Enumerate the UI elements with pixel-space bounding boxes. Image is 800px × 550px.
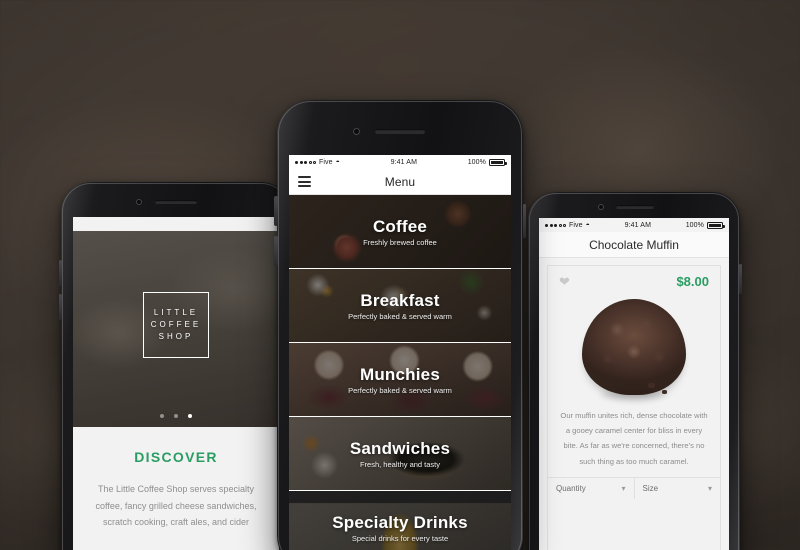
category-item-sandwiches[interactable]: Sandwiches Fresh, healthy and tasty — [289, 417, 511, 491]
product-card: ❤ $8.00 Our muffin unites rich, dense ch… — [547, 265, 721, 550]
category-subtitle: Special drinks for every taste — [351, 533, 449, 543]
page-title: Chocolate Muffin — [589, 237, 679, 252]
carrier-label: Five — [103, 220, 117, 228]
discover-section: DISCOVER The Little Coffee Shop serves s… — [73, 427, 279, 550]
heart-icon[interactable]: ❤ — [559, 275, 570, 288]
category-subtitle: Perfectly baked & served warm — [348, 385, 452, 395]
status-left: Five ◓ — [79, 221, 124, 228]
phone-left-onboarding: Five ◓ 9:41 AM 100% LITTLE COFFEE SHOP D… — [59, 182, 291, 550]
category-item-munchies[interactable]: Munchies Perfectly baked & served warm — [289, 343, 511, 417]
category-list: Coffee Freshly brewed coffee Breakfast P… — [289, 195, 511, 550]
hero-carousel[interactable]: LITTLE COFFEE SHOP — [73, 231, 279, 427]
volume-up-button[interactable] — [59, 260, 62, 286]
category-title: Specialty Drinks — [332, 512, 468, 532]
phone-right-product: Five ◓ 9:41 AM 100% Chocolate Muffin ❤ $… — [528, 192, 742, 550]
crumb-1 — [647, 383, 655, 389]
menu-navbar: Menu — [289, 169, 511, 195]
status-bar: Five ◓ 9:41 AM 100% — [289, 155, 511, 169]
crumb-2 — [661, 390, 667, 395]
chevron-down-icon: ▾ — [621, 483, 626, 493]
logo-line-1: LITTLE — [153, 308, 199, 318]
battery-percent-label: 100% — [685, 221, 704, 229]
battery-percent-label: 100% — [467, 158, 486, 166]
product-controls: Quantity ▾ Size ▾ — [548, 476, 720, 499]
logo-line-3: SHOP — [158, 332, 194, 342]
signal-dots-icon — [79, 222, 100, 226]
right-screen: Five ◓ 9:41 AM 100% Chocolate Muffin ❤ $… — [539, 218, 729, 550]
product-card-header: ❤ $8.00 — [548, 266, 720, 289]
status-bar: Five ◓ 9:41 AM 100% — [73, 217, 279, 231]
hamburger-icon[interactable] — [298, 176, 311, 187]
battery-percent-label: 100% — [235, 220, 254, 228]
category-subtitle: Perfectly baked & served warm — [348, 311, 452, 321]
product-description: Our muffin unites rich, dense chocolate … — [560, 411, 708, 466]
left-screen: Five ◓ 9:41 AM 100% LITTLE COFFEE SHOP D… — [73, 217, 279, 550]
category-item-coffee[interactable]: Coffee Freshly brewed coffee — [289, 195, 511, 269]
quantity-select[interactable]: Quantity ▾ — [548, 477, 634, 499]
front-camera-icon — [598, 204, 604, 210]
earpiece-speaker — [616, 205, 654, 209]
volume-down-button[interactable] — [59, 294, 62, 320]
front-camera-icon — [353, 128, 360, 135]
category-subtitle: Fresh, healthy and tasty — [359, 459, 441, 469]
status-right: 100% — [467, 158, 507, 166]
discover-heading: DISCOVER — [134, 449, 218, 465]
wifi-icon: ◓ — [585, 221, 590, 229]
category-title: Munchies — [359, 364, 440, 384]
category-item-breakfast[interactable]: Breakfast Perfectly baked & served warm — [289, 269, 511, 343]
quantity-label: Quantity — [556, 483, 586, 493]
volume-up-button[interactable] — [274, 196, 278, 226]
carousel-dot-3-active[interactable] — [188, 414, 192, 418]
power-button[interactable] — [739, 264, 742, 294]
clock-label: 9:41 AM — [166, 220, 194, 228]
carrier-label: Five — [569, 221, 583, 229]
status-left: Five ◓ — [295, 159, 340, 166]
chevron-down-icon: ▾ — [707, 483, 712, 493]
brand-logo: LITTLE COFFEE SHOP — [143, 292, 209, 359]
earpiece-speaker — [155, 200, 197, 204]
logo-line-2: COFFEE — [150, 320, 202, 330]
status-bar: Five ◓ 9:41 AM 100% — [539, 218, 729, 232]
price-label: $8.00 — [676, 274, 709, 289]
clock-label: 9:41 AM — [390, 158, 418, 166]
status-right: 100% — [685, 221, 725, 229]
volume-down-button[interactable] — [274, 236, 278, 266]
status-left: Five ◓ — [545, 222, 590, 229]
center-screen: Five ◓ 9:41 AM 100% Menu Coffee Freshly … — [289, 155, 511, 550]
category-subtitle: Freshly brewed coffee — [363, 237, 437, 247]
wifi-icon: ◓ — [335, 158, 340, 166]
page-title: Menu — [384, 174, 416, 189]
carrier-label: Five — [319, 158, 333, 166]
chocolate-muffin-photo — [582, 298, 686, 395]
earpiece-speaker — [375, 129, 425, 134]
carousel-dots[interactable] — [73, 414, 279, 418]
category-item-specialty-drinks[interactable]: Specialty Drinks Special drinks for ever… — [289, 491, 511, 550]
battery-icon — [707, 221, 725, 229]
battery-icon — [257, 220, 275, 228]
carousel-dot-2[interactable] — [174, 414, 178, 418]
carousel-dot-1[interactable] — [160, 414, 164, 418]
signal-dots-icon — [545, 223, 566, 227]
size-select[interactable]: Size ▾ — [633, 477, 720, 499]
size-label: Size — [642, 483, 659, 493]
status-right: 100% — [235, 220, 275, 228]
category-title: Coffee — [372, 216, 428, 236]
wifi-icon: ◓ — [119, 220, 124, 228]
discover-body-text: The Little Coffee Shop serves specialty … — [95, 484, 257, 528]
category-title: Breakfast — [360, 290, 440, 310]
clock-label: 9:41 AM — [624, 221, 652, 229]
signal-dots-icon — [295, 160, 316, 164]
battery-icon — [489, 158, 507, 166]
product-image — [548, 289, 720, 404]
category-title: Sandwiches — [349, 438, 451, 458]
phone-center-menu: Five ◓ 9:41 AM 100% Menu Coffee Freshly … — [274, 100, 526, 550]
power-button[interactable] — [522, 204, 526, 238]
product-navbar: Chocolate Muffin — [539, 232, 729, 258]
front-camera-icon — [136, 199, 142, 205]
